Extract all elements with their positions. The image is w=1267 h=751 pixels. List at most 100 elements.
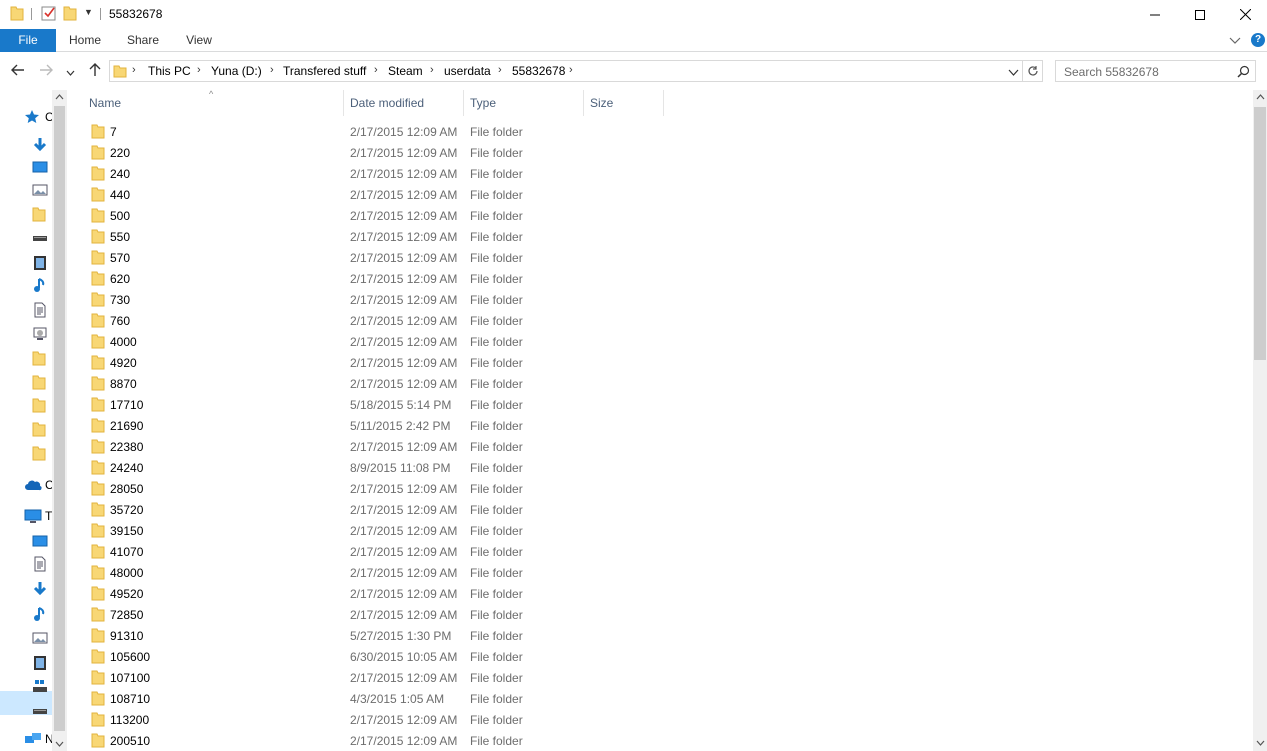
table-row[interactable]: 24240 8/9/2015 11:08 PM File folder [67, 457, 667, 478]
table-row[interactable]: 72850 2/17/2015 12:09 AM File folder [67, 604, 667, 625]
back-arrow-icon[interactable] [10, 62, 26, 81]
table-row[interactable]: 8870 2/17/2015 12:09 AM File folder [67, 373, 667, 394]
drive-icon[interactable] [32, 703, 48, 719]
table-row[interactable]: 760 2/17/2015 12:09 AM File folder [67, 310, 667, 331]
table-row[interactable]: 220 2/17/2015 12:09 AM File folder [67, 142, 667, 163]
downloads-arrow-icon[interactable] [32, 137, 48, 153]
quick-access-star-icon[interactable] [24, 109, 40, 125]
breadcrumb-yuna-drive[interactable]: Yuna (D:) [211, 64, 262, 78]
search-icon[interactable] [1237, 65, 1250, 81]
column-header-date-modified[interactable]: Date modified [350, 90, 424, 116]
pictures-icon[interactable] [32, 630, 48, 646]
table-row[interactable]: 17710 5/18/2015 5:14 PM File folder [67, 394, 667, 415]
onedrive-cloud-icon[interactable] [24, 477, 42, 493]
column-divider[interactable] [583, 90, 584, 116]
videos-icon[interactable] [32, 255, 48, 271]
properties-checkmark-icon[interactable] [41, 5, 57, 23]
documents-icon[interactable] [32, 302, 48, 318]
close-button[interactable] [1222, 0, 1267, 29]
folder-icon[interactable] [32, 374, 48, 390]
folder-icon[interactable] [32, 421, 48, 437]
this-pc-icon[interactable] [24, 508, 42, 524]
breadcrumb-separator-icon[interactable]: › [430, 64, 434, 76]
file-list-scrollbar[interactable] [1253, 90, 1267, 751]
tab-share[interactable]: Share [116, 29, 170, 52]
navigation-pane-scrollbar[interactable] [52, 90, 67, 751]
drive-icon[interactable] [32, 230, 48, 246]
column-divider[interactable] [463, 90, 464, 116]
customize-toolbar-dropdown-icon[interactable]: ▼ [84, 7, 93, 17]
windows-drive-icon[interactable] [32, 678, 48, 694]
table-row[interactable]: 550 2/17/2015 12:09 AM File folder [67, 226, 667, 247]
table-row[interactable]: 21690 5/11/2015 2:42 PM File folder [67, 415, 667, 436]
address-history-chevron-down-icon[interactable] [1008, 66, 1019, 80]
network-icon[interactable] [24, 731, 41, 747]
table-row[interactable]: 570 2/17/2015 12:09 AM File folder [67, 247, 667, 268]
table-row[interactable]: 4000 2/17/2015 12:09 AM File folder [67, 331, 667, 352]
maximize-button[interactable] [1177, 0, 1223, 29]
scroll-up-icon[interactable] [55, 94, 64, 100]
new-folder-icon[interactable] [63, 5, 77, 23]
network-share-icon[interactable] [32, 326, 48, 342]
breadcrumb-separator-icon[interactable]: › [270, 64, 274, 76]
column-header-type[interactable]: Type [470, 90, 496, 116]
table-row[interactable]: 39150 2/17/2015 12:09 AM File folder [67, 520, 667, 541]
table-row[interactable]: 440 2/17/2015 12:09 AM File folder [67, 184, 667, 205]
table-row[interactable]: 22380 2/17/2015 12:09 AM File folder [67, 436, 667, 457]
search-input[interactable]: Search 55832678 [1064, 65, 1159, 79]
scroll-down-icon[interactable] [55, 741, 64, 747]
breadcrumb-current-folder[interactable]: 55832678 [512, 64, 565, 78]
documents-icon[interactable] [32, 556, 48, 572]
breadcrumb-steam[interactable]: Steam [388, 64, 423, 78]
help-icon[interactable]: ? [1251, 33, 1265, 47]
forward-arrow-icon[interactable] [38, 62, 54, 81]
breadcrumb-separator-icon[interactable]: › [569, 64, 573, 76]
music-note-icon[interactable] [32, 277, 48, 293]
table-row[interactable]: 7 2/17/2015 12:09 AM File folder [67, 121, 667, 142]
desktop-icon[interactable] [32, 533, 48, 549]
column-divider[interactable] [663, 90, 664, 116]
folder-icon[interactable] [32, 445, 48, 461]
pictures-icon[interactable] [32, 182, 48, 198]
up-arrow-icon[interactable] [87, 62, 103, 81]
table-row[interactable]: 240 2/17/2015 12:09 AM File folder [67, 163, 667, 184]
table-row[interactable]: 91310 5/27/2015 1:30 PM File folder [67, 625, 667, 646]
breadcrumb-this-pc[interactable]: This PC [148, 64, 191, 78]
breadcrumb-separator-icon[interactable]: › [197, 64, 201, 76]
folder-icon[interactable] [32, 397, 48, 413]
table-row[interactable]: 107100 2/17/2015 12:09 AM File folder [67, 667, 667, 688]
breadcrumb-userdata[interactable]: userdata [444, 64, 491, 78]
breadcrumb-separator-icon[interactable]: › [374, 64, 378, 76]
scroll-up-icon[interactable] [1256, 94, 1265, 100]
scroll-down-icon[interactable] [1256, 740, 1265, 746]
folder-icon[interactable] [10, 5, 24, 23]
column-header-size[interactable]: Size [590, 90, 613, 116]
table-row[interactable]: 4920 2/17/2015 12:09 AM File folder [67, 352, 667, 373]
desktop-icon[interactable] [32, 159, 48, 175]
tab-file[interactable]: File [0, 29, 56, 52]
breadcrumb-separator-icon[interactable]: › [132, 64, 136, 76]
table-row[interactable]: 105600 6/30/2015 10:05 AM File folder [67, 646, 667, 667]
videos-icon[interactable] [32, 655, 48, 671]
table-row[interactable]: 500 2/17/2015 12:09 AM File folder [67, 205, 667, 226]
expand-ribbon-chevron-down-icon[interactable] [1229, 34, 1241, 48]
table-row[interactable]: 200510 2/17/2015 12:09 AM File folder [67, 730, 667, 751]
scroll-thumb[interactable] [54, 106, 65, 731]
folder-icon[interactable] [32, 350, 48, 366]
scroll-thumb[interactable] [1254, 107, 1266, 360]
downloads-arrow-icon[interactable] [32, 581, 48, 597]
search-box[interactable]: Search 55832678 [1055, 60, 1256, 82]
folder-icon[interactable] [32, 206, 48, 222]
recent-locations-chevron-down-icon[interactable] [66, 66, 75, 80]
column-divider[interactable] [343, 90, 344, 116]
music-note-icon[interactable] [32, 606, 48, 622]
table-row[interactable]: 730 2/17/2015 12:09 AM File folder [67, 289, 667, 310]
minimize-button[interactable] [1132, 0, 1178, 29]
table-row[interactable]: 28050 2/17/2015 12:09 AM File folder [67, 478, 667, 499]
table-row[interactable]: 41070 2/17/2015 12:09 AM File folder [67, 541, 667, 562]
breadcrumb-separator-icon[interactable]: › [498, 64, 502, 76]
table-row[interactable]: 48000 2/17/2015 12:09 AM File folder [67, 562, 667, 583]
refresh-button[interactable] [1023, 60, 1043, 82]
table-row[interactable]: 620 2/17/2015 12:09 AM File folder [67, 268, 667, 289]
tab-view[interactable]: View [174, 29, 224, 52]
